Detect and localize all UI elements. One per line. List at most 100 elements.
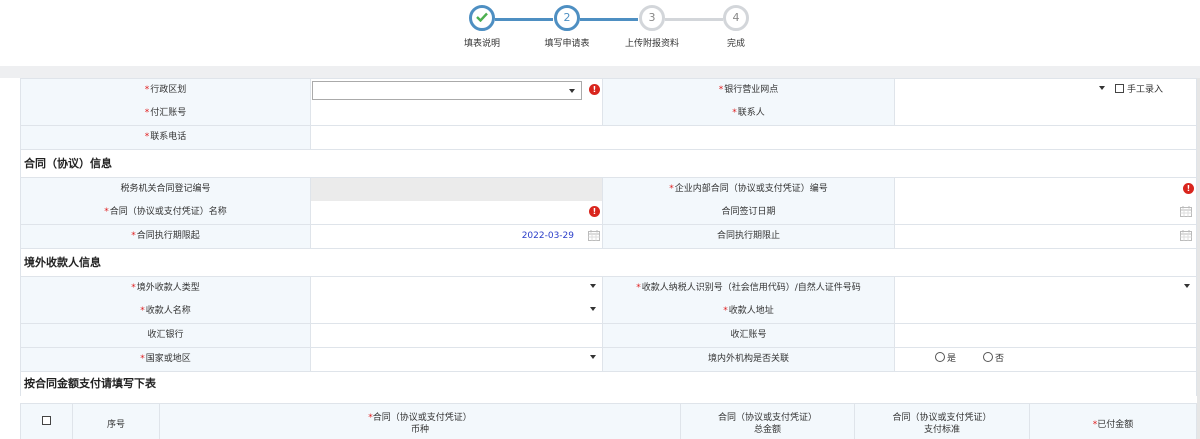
form-row-receiving-bank: 收汇银行 收汇账号 [20, 324, 1197, 348]
step-3-label: 上传附报资料 [624, 39, 679, 49]
payee-type-label: *境外收款人类型 [20, 277, 310, 300]
error-icon: ! [1183, 183, 1194, 194]
bank-branch-select[interactable] [895, 79, 1107, 102]
required-mark: * [144, 85, 150, 95]
error-icon: ! [589, 206, 600, 217]
manual-entry-checkbox[interactable] [1115, 84, 1124, 93]
manual-entry-label: 手工录入 [1127, 85, 1164, 95]
internal-contract-no-label: *企业内部合同（协议或支付凭证）编号 [602, 178, 894, 201]
payment-table-header: 序号 *合同（协议或支付凭证） 币种 合同（协议或支付凭证） 总金额 合同（协议… [20, 403, 1197, 439]
exec-start-input[interactable]: 2022-03-29 [310, 225, 602, 248]
calendar-icon[interactable] [1180, 230, 1192, 241]
step-3-number: 3 [639, 5, 665, 31]
related-yes-label: 是 [947, 354, 957, 364]
exec-end-input[interactable] [894, 225, 1197, 248]
checkmark-icon [469, 5, 495, 31]
internal-contract-no-input[interactable]: ! [894, 178, 1197, 201]
step-4-label: 完成 [726, 39, 745, 49]
tax-reg-no-input [310, 178, 602, 201]
seq-header: 序号 [72, 404, 159, 439]
radio-yes[interactable] [935, 352, 945, 362]
receiving-account-label: 收汇账号 [602, 324, 894, 347]
chevron-down-icon [1099, 86, 1105, 90]
payee-section-title: 境外收款人信息 [20, 249, 1197, 276]
select-all-checkbox[interactable] [42, 416, 51, 425]
admin-region-select[interactable] [312, 81, 582, 100]
phone-input[interactable] [310, 126, 1197, 149]
payee-address-input[interactable] [894, 300, 1197, 323]
radio-no[interactable] [983, 352, 993, 362]
required-mark: * [131, 231, 136, 241]
chevron-down-icon [1184, 284, 1190, 288]
error-icon: ! [589, 84, 600, 95]
remit-account-input[interactable] [310, 102, 602, 125]
payment-standard-header: 合同（协议或支付凭证） 支付标准 [854, 404, 1029, 439]
chevron-down-icon [569, 89, 575, 93]
receiving-bank-input[interactable] [310, 324, 602, 347]
form-row-payee-name: *收款人名称 *收款人地址 [20, 300, 1197, 324]
step-2-label: 填写申请表 [544, 39, 590, 49]
paid-amount-header: *已付金额 [1029, 404, 1197, 439]
form-row-region: *行政区划 ! *银行营业网点 手工录入 [20, 78, 1197, 102]
calendar-icon[interactable] [1180, 206, 1192, 217]
chevron-down-icon [590, 307, 596, 311]
step-3[interactable]: 3 上传附报资料 [612, 5, 692, 49]
exec-start-value: 2022-03-29 [521, 231, 574, 241]
calendar-icon[interactable] [588, 230, 600, 241]
payee-name-select[interactable] [310, 300, 602, 323]
chevron-down-icon [590, 355, 596, 359]
form-row-country: *国家或地区 境内外机构是否关联 是 否 [20, 348, 1197, 372]
step-1-label: 填表说明 [463, 39, 500, 49]
admin-region-cell: ! [310, 79, 602, 102]
payee-tax-id-select[interactable] [894, 277, 1197, 300]
required-mark: * [732, 108, 737, 118]
contact-input[interactable] [894, 102, 1197, 125]
total-amount-header: 合同（协议或支付凭证） 总金额 [680, 404, 854, 439]
required-mark: * [131, 283, 136, 293]
admin-region-label: *行政区划 [20, 79, 310, 102]
required-mark: * [144, 132, 150, 142]
related-yes-option[interactable]: 是 [935, 348, 956, 371]
remit-account-label: *付汇账号 [20, 102, 310, 125]
form-row-exec-period: *合同执行期限起 2022-03-29 合同执行期限止 [20, 225, 1197, 249]
receiving-bank-label: 收汇银行 [20, 324, 310, 347]
payee-type-select[interactable] [310, 277, 602, 300]
bank-branch-label: *银行营业网点 [602, 79, 894, 102]
step-4-number: 4 [723, 5, 749, 31]
phone-label: *联系电话 [20, 126, 310, 149]
payee-tax-id-label: *收款人纳税人识别号（社会信用代码）/自然人证件号码 [602, 277, 894, 300]
payee-address-label: *收款人地址 [602, 300, 894, 323]
country-label: *国家或地区 [20, 348, 310, 371]
form-row-contract-name: *合同（协议或支付凭证）名称 ! 合同签订日期 [20, 201, 1197, 225]
contract-name-input[interactable]: ! [310, 201, 602, 224]
related-no-label: 否 [995, 354, 1005, 364]
step-2-number: 2 [554, 5, 580, 31]
contract-section-title: 合同（协议）信息 [20, 150, 1197, 177]
step-2[interactable]: 2 填写申请表 [527, 5, 607, 49]
country-select[interactable] [310, 348, 602, 371]
bank-branch-cell: 手工录入 [894, 79, 1197, 102]
required-mark: * [104, 207, 109, 217]
required-mark: * [669, 184, 674, 194]
related-no-option[interactable]: 否 [983, 348, 1004, 371]
divider-band [0, 66, 1200, 78]
currency-header: *合同（协议或支付凭证） 币种 [159, 404, 680, 439]
sign-date-input[interactable] [894, 201, 1197, 224]
step-1[interactable]: 填表说明 [442, 5, 522, 49]
contact-label: *联系人 [602, 102, 894, 125]
tax-reg-no-label: 税务机关合同登记编号 [20, 178, 310, 201]
exec-start-label: *合同执行期限起 [20, 225, 310, 248]
form-row-account: *付汇账号 *联系人 [20, 102, 1197, 126]
required-mark: * [140, 354, 145, 364]
amount-section-title: 按合同金额支付请填写下表 [20, 372, 1197, 396]
receiving-account-input[interactable] [894, 324, 1197, 347]
required-mark: * [636, 283, 641, 293]
progress-stepper: 填表说明 2 填写申请表 3 上传附报资料 4 完成 [0, 0, 1200, 66]
contract-name-label: *合同（协议或支付凭证）名称 [20, 201, 310, 224]
required-mark: * [140, 306, 145, 316]
exec-end-label: 合同执行期限止 [602, 225, 894, 248]
manual-entry-toggle[interactable]: 手工录入 [1115, 79, 1163, 102]
select-all-cell [20, 404, 72, 439]
sign-date-label: 合同签订日期 [602, 201, 894, 224]
step-4[interactable]: 4 完成 [696, 5, 776, 49]
